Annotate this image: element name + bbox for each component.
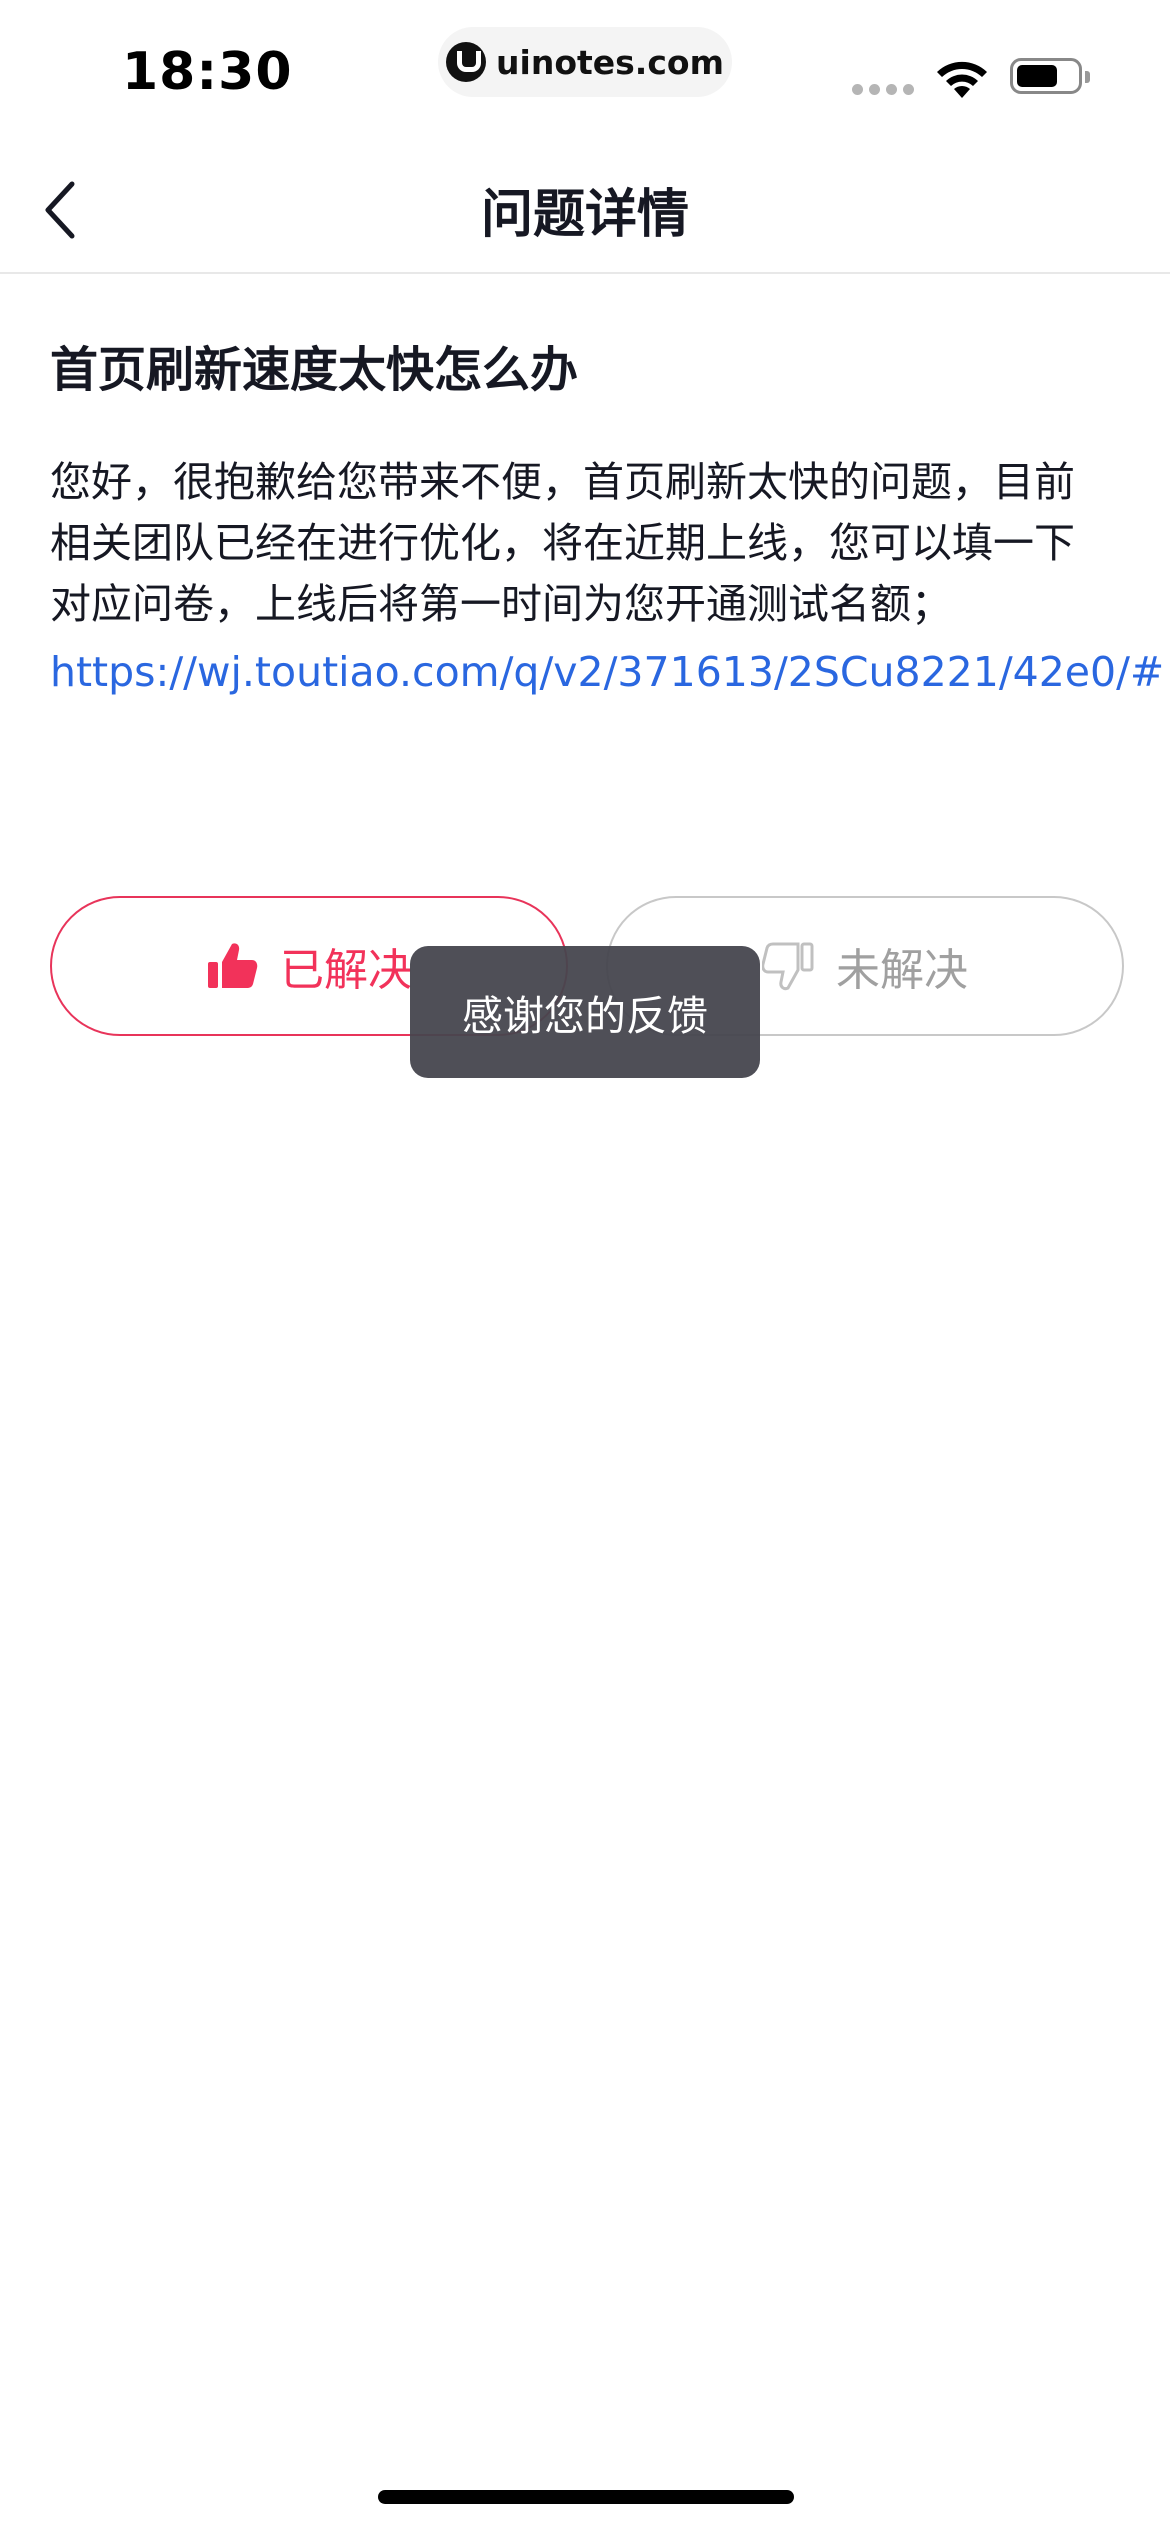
thumbs-down-icon xyxy=(762,942,814,991)
unsolved-label: 未解决 xyxy=(836,945,968,996)
status-time: 18:30 xyxy=(122,42,293,102)
home-indicator[interactable] xyxy=(378,2490,794,2504)
url-text: uinotes.com xyxy=(496,42,724,82)
page-title: 问题详情 xyxy=(480,185,689,245)
question-content: 首页刷新速度太快怎么办 您好，很抱歉给您带来不便，首页刷新太快的问题，目前相关团… xyxy=(50,330,1170,707)
wifi-icon xyxy=(937,61,987,98)
nav-bar: 问题详情 xyxy=(0,150,1170,274)
signal-icon xyxy=(852,84,914,95)
solved-label: 已解决 xyxy=(280,945,412,996)
thumbs-up-icon xyxy=(208,943,258,988)
battery-icon xyxy=(1010,58,1090,94)
url-pill[interactable]: uinotes.com xyxy=(438,27,732,97)
status-bar: 18:30 uinotes.com xyxy=(0,0,1170,150)
question-title: 首页刷新速度太快怎么办 xyxy=(50,342,579,398)
site-logo-icon xyxy=(446,42,487,82)
feedback-toast: 感谢您的反馈 xyxy=(410,946,760,1078)
answer-text: 您好，很抱歉给您带来不便，首页刷新太快的问题，目前相关团队已经在进行优化，将在近… xyxy=(50,458,1075,628)
survey-link[interactable]: https://wj.toutiao.com/q/v2/371613/2SCu8… xyxy=(50,637,1170,707)
